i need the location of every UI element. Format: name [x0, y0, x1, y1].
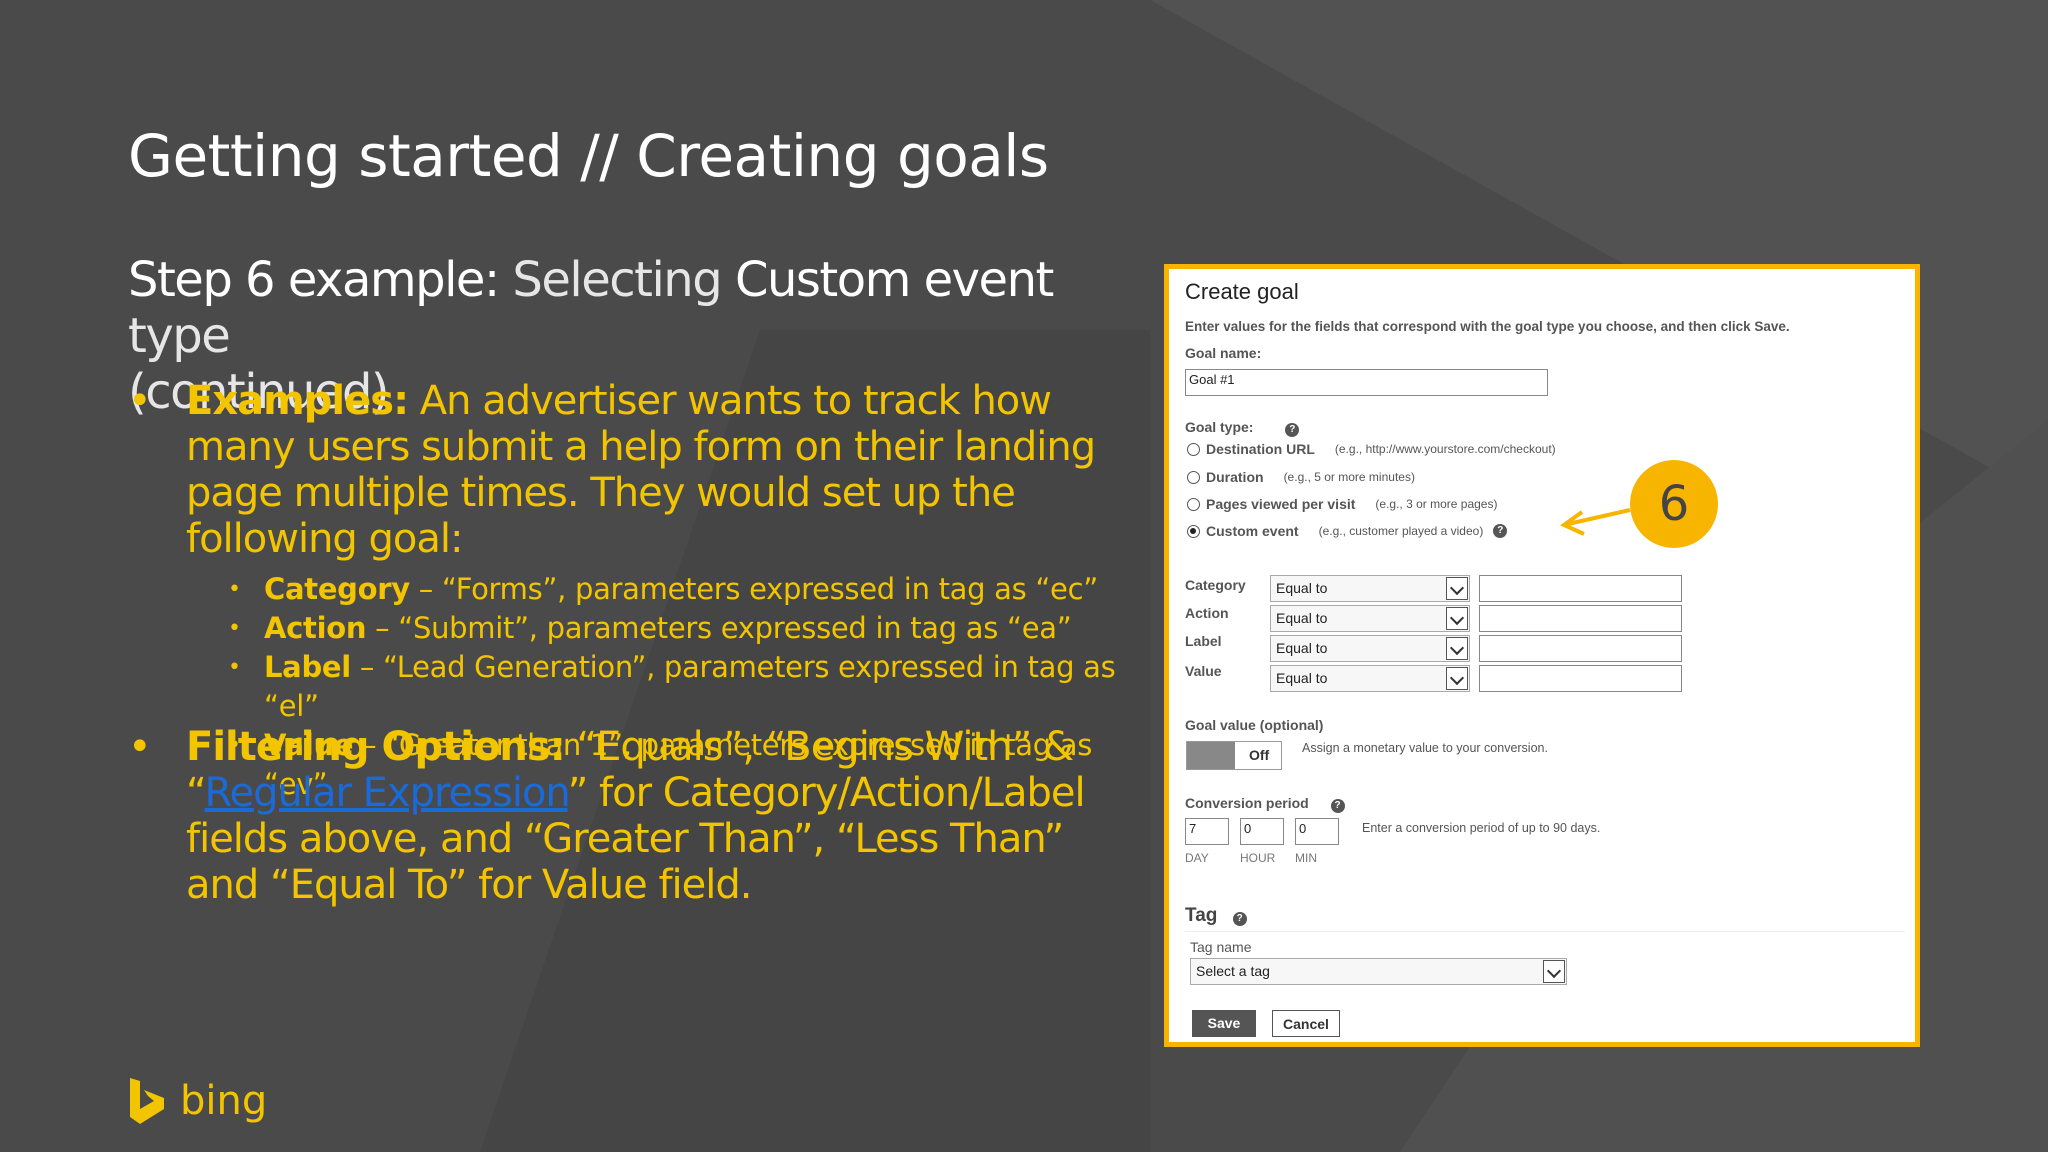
radio-label: Duration: [1206, 469, 1264, 485]
regular-expression-link[interactable]: Regular Expression: [205, 770, 569, 816]
subtitle-type: type: [128, 308, 231, 364]
list-item: • Action – “Submit”, parameters expressed…: [228, 609, 1128, 648]
radio-example: (e.g., 3 or more pages): [1375, 497, 1498, 511]
list-item: • Label – “Lead Generation”, parameters e…: [228, 648, 1128, 726]
conversion-min-input[interactable]: 0: [1295, 818, 1339, 845]
tag-select[interactable]: Select a tag: [1190, 958, 1567, 985]
value-value-input[interactable]: [1479, 665, 1682, 692]
radio-pages-viewed[interactable]: Pages viewed per visit (e.g., 3 or more …: [1187, 496, 1497, 512]
select-value: Equal to: [1276, 670, 1328, 686]
sub-item-label: Category: [264, 572, 410, 606]
examples-label: Examples:: [186, 378, 409, 424]
goal-type-label-text: Goal type:: [1185, 419, 1254, 435]
radio-label: Custom event: [1206, 523, 1299, 539]
radio-destination-url[interactable]: Destination URL (e.g., http://www.yourst…: [1187, 441, 1556, 457]
help-icon[interactable]: ?: [1493, 524, 1508, 538]
unit-min-label: MIN: [1295, 851, 1317, 865]
bullet-dot: •: [128, 724, 152, 770]
filtering-bullet: • Filtering Options: “Equals”, “Begins W…: [128, 724, 1128, 908]
label-label: Label: [1185, 633, 1222, 649]
chevron-down-icon[interactable]: [1446, 607, 1468, 630]
cancel-button[interactable]: Cancel: [1272, 1010, 1340, 1037]
category-label: Category: [1185, 577, 1246, 593]
radio-button-icon[interactable]: [1187, 442, 1200, 456]
sub-item-label: Label: [264, 650, 351, 684]
tag-heading-text: Tag: [1185, 905, 1218, 926]
label-operator-select[interactable]: Equal to: [1270, 635, 1470, 662]
subtitle-selecting: Selecting: [498, 252, 735, 308]
step-callout-badge: 6: [1630, 460, 1718, 548]
goal-name-label: Goal name:: [1185, 345, 1262, 361]
label-value-input[interactable]: [1479, 635, 1682, 662]
select-value: Select a tag: [1196, 963, 1270, 979]
sub-item-text: – “Submit”, parameters expressed in tag …: [366, 611, 1072, 645]
help-icon[interactable]: ?: [1232, 912, 1247, 926]
filtering-section: • Filtering Options: “Equals”, “Begins W…: [128, 724, 1128, 908]
unit-day-label: DAY: [1185, 851, 1209, 865]
help-icon[interactable]: ?: [1285, 423, 1300, 437]
sub-item-label: Action: [264, 611, 367, 645]
category-value-input[interactable]: [1479, 575, 1682, 602]
radio-button-checked-icon[interactable]: [1187, 524, 1200, 538]
goal-value-label: Goal value (optional): [1185, 717, 1324, 733]
action-label: Action: [1185, 605, 1229, 621]
create-goal-panel: Create goal Enter values for the fields …: [1164, 264, 1920, 1047]
bullet-dot: •: [228, 577, 241, 602]
tag-heading: Tag ?: [1185, 905, 1247, 927]
select-value: Equal to: [1276, 610, 1328, 626]
radio-label: Destination URL: [1206, 441, 1315, 457]
sub-item-text: – “Forms”, parameters expressed in tag a…: [409, 572, 1098, 606]
radio-button-icon[interactable]: [1187, 497, 1200, 511]
tag-divider: [1185, 931, 1905, 932]
radio-example: (e.g., http://www.yourstore.com/checkout…: [1334, 442, 1556, 456]
goal-value-note: Assign a monetary value to your conversi…: [1302, 741, 1548, 755]
value-label: Value: [1185, 663, 1222, 679]
radio-button-icon[interactable]: [1187, 470, 1200, 484]
create-goal-title: Create goal: [1185, 279, 1299, 304]
value-operator-select[interactable]: Equal to: [1270, 665, 1470, 692]
select-value: Equal to: [1276, 640, 1328, 656]
chevron-down-icon[interactable]: [1446, 577, 1468, 600]
sub-item-text: – “Lead Generation”, parameters expresse…: [264, 650, 1116, 723]
goal-name-input[interactable]: Goal #1: [1185, 369, 1548, 396]
chevron-down-icon[interactable]: [1543, 960, 1565, 983]
chevron-down-icon[interactable]: [1446, 667, 1468, 690]
select-value: Equal to: [1276, 580, 1328, 596]
action-value-input[interactable]: [1479, 605, 1682, 632]
toggle-state: Off: [1249, 747, 1270, 763]
list-item: • Category – “Forms”, parameters expresse…: [228, 570, 1128, 609]
chevron-down-icon[interactable]: [1446, 637, 1468, 660]
tag-name-label: Tag name: [1190, 939, 1252, 955]
conversion-note: Enter a conversion period of up to 90 da…: [1362, 821, 1601, 835]
examples-bullet: • Examples: An advertiser wants to track…: [128, 378, 1128, 562]
goal-value-toggle[interactable]: Off: [1186, 741, 1282, 770]
radio-example: (e.g., customer played a video): [1318, 524, 1484, 538]
conversion-hour-input[interactable]: 0: [1240, 818, 1284, 845]
conversion-period-label-text: Conversion period: [1185, 795, 1309, 811]
save-button[interactable]: Save: [1192, 1010, 1256, 1037]
action-operator-select[interactable]: Equal to: [1270, 605, 1470, 632]
brand-text: bing: [180, 1078, 268, 1124]
unit-hour-label: HOUR: [1240, 851, 1276, 865]
radio-duration[interactable]: Duration (e.g., 5 or more minutes): [1187, 469, 1415, 485]
subtitle-custom-event: Custom event: [734, 252, 1054, 308]
category-operator-select[interactable]: Equal to: [1270, 575, 1470, 602]
toggle-knob[interactable]: [1187, 742, 1235, 769]
bullet-dot: •: [228, 616, 241, 641]
bullet-dot: •: [228, 655, 241, 680]
subtitle-step: Step 6 example:: [128, 252, 500, 308]
bullet-dot: •: [128, 378, 152, 424]
radio-example: (e.g., 5 or more minutes): [1283, 470, 1415, 484]
radio-label: Pages viewed per visit: [1206, 496, 1356, 512]
conversion-period-label: Conversion period ?: [1185, 795, 1345, 813]
slide-title: Getting started // Creating goals: [128, 122, 1049, 190]
bing-logo: bing: [128, 1076, 267, 1126]
conversion-day-input[interactable]: 7: [1185, 818, 1229, 845]
filtering-label: Filtering Options:: [186, 724, 566, 770]
goal-type-label: Goal type: ?: [1185, 419, 1300, 437]
create-goal-description: Enter values for the fields that corresp…: [1185, 319, 1790, 334]
bing-logo-icon: [130, 1078, 164, 1124]
help-icon[interactable]: ?: [1330, 799, 1345, 813]
radio-custom-event[interactable]: Custom event (e.g., customer played a vi…: [1187, 523, 1508, 539]
